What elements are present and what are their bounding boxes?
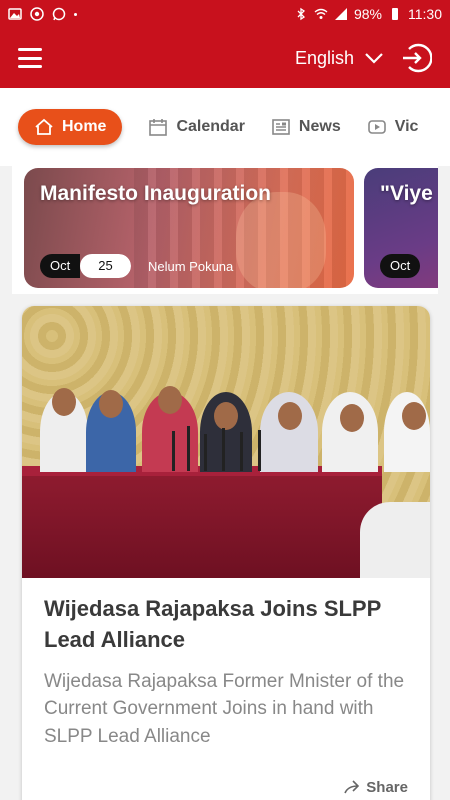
event-month: Oct: [380, 254, 421, 278]
news-description: Wijedasa Rajapaksa Former Mnister of the…: [44, 670, 405, 747]
event-date: Oct: [380, 254, 421, 278]
photo-head: [278, 402, 302, 430]
events-carousel: Manifesto Inauguration Oct 25 Nelum Poku…: [12, 166, 438, 294]
menu-line: [18, 48, 42, 51]
event-title: "Viye: [380, 182, 433, 205]
battery-percent: 98%: [353, 6, 382, 22]
microphone: [187, 426, 190, 471]
share-icon: [344, 780, 360, 794]
microphone: [240, 432, 243, 471]
bluetooth-icon: [297, 7, 305, 21]
more-notifications-dot: [74, 12, 77, 16]
event-title: Manifesto Inauguration: [40, 182, 271, 205]
calendar-icon: [149, 119, 168, 136]
menu-line: [18, 65, 42, 68]
home-icon: [35, 118, 53, 135]
tab-label: Home: [62, 118, 107, 135]
microphone: [172, 431, 175, 471]
tab-news[interactable]: News: [271, 117, 341, 137]
status-bar: 98% 11:30: [0, 0, 450, 28]
tab-label: Calendar: [176, 118, 245, 135]
news-title[interactable]: Wijedasa Rajapaksa Joins SLPP Lead Allia…: [22, 578, 430, 656]
battery-icon: [392, 8, 398, 20]
image-icon: [8, 8, 22, 20]
news-icon: [272, 119, 290, 135]
whatsapp-icon: [52, 7, 66, 21]
app-bar: English: [0, 28, 450, 88]
login-icon[interactable]: [400, 42, 432, 74]
event-date: Oct 25: [40, 254, 131, 278]
event-location: Nelum Pokuna: [148, 259, 234, 274]
photo-head: [52, 388, 76, 416]
photo-photographer: [360, 502, 430, 578]
table-cloth: [22, 476, 382, 578]
microphone: [204, 434, 207, 471]
photo-head: [158, 386, 182, 414]
system-status: 98% 11:30: [294, 6, 442, 22]
share-label: Share: [366, 778, 408, 796]
microphone: [222, 428, 225, 471]
tab-home[interactable]: Home: [18, 109, 123, 145]
language-label: English: [294, 47, 354, 68]
share-button[interactable]: Share: [342, 778, 408, 796]
video-icon: [367, 120, 386, 134]
photo-head: [214, 402, 238, 430]
tab-label: Vic: [394, 118, 419, 135]
wifi-icon: [314, 8, 328, 19]
photo-head: [402, 402, 426, 430]
menu-line: [18, 56, 42, 60]
signal-icon: [334, 8, 347, 20]
category-tabs: Home Calendar News Vic: [0, 88, 450, 166]
event-card[interactable]: Manifesto Inauguration Oct 25 Nelum Poku…: [24, 168, 354, 288]
tab-video[interactable]: Vic: [367, 117, 419, 137]
language-selector[interactable]: English: [295, 48, 384, 69]
notification-icons: [8, 7, 77, 21]
microphone: [258, 430, 261, 471]
news-card[interactable]: Wijedasa Rajapaksa Joins SLPP Lead Allia…: [22, 306, 430, 800]
photo-head: [340, 404, 364, 432]
clock: 11:30: [408, 6, 442, 22]
chrome-icon: [30, 7, 44, 21]
event-month: Oct: [40, 254, 81, 278]
event-day: 25: [80, 254, 131, 278]
chevron-down-icon: [365, 53, 383, 64]
tab-label: News: [298, 118, 341, 135]
event-photo-figure: [236, 192, 326, 288]
news-photo: [22, 306, 430, 578]
tab-calendar[interactable]: Calendar: [148, 117, 245, 137]
event-card[interactable]: "Viye Oct: [364, 168, 438, 288]
menu-button[interactable]: [18, 48, 42, 68]
photo-head: [99, 390, 123, 418]
